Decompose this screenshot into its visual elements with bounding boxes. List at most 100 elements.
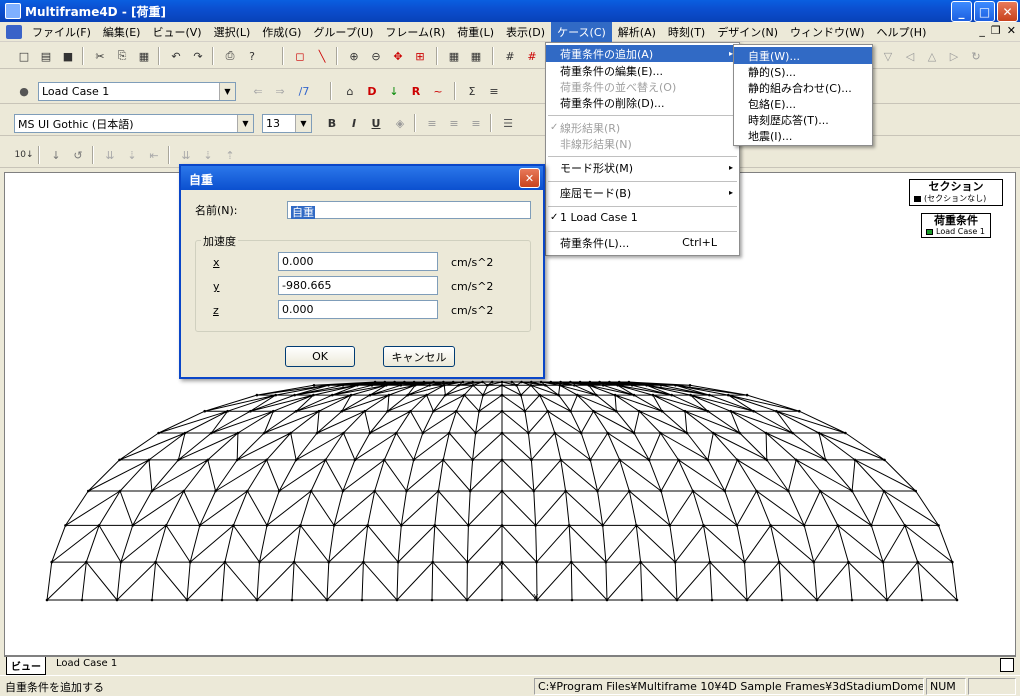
chevron-down-icon[interactable]: ▼ (219, 83, 235, 100)
menu-mode-shape[interactable]: モード形状(M) ▸ (546, 159, 739, 176)
rotate-ccw-icon[interactable]: ↺ (68, 145, 88, 165)
menu-time[interactable]: 時刻(T) (662, 22, 711, 42)
submenu-static-combination[interactable]: 静的組み合わせ(C)... (734, 79, 872, 96)
align-right-icon[interactable]: ≡ (466, 113, 486, 133)
ok-button[interactable]: OK (285, 346, 355, 367)
chevron-down-icon[interactable]: ▼ (295, 115, 311, 132)
zoom-in-icon[interactable]: ⊕ (344, 46, 364, 66)
bold-button[interactable]: B (322, 113, 342, 133)
grid-icon[interactable]: ▦ (444, 46, 464, 66)
menu-select[interactable]: 選択(L) (208, 22, 257, 42)
redo-icon[interactable]: ↷ (188, 46, 208, 66)
distributed-load-icon[interactable]: D (362, 81, 382, 101)
minimize-button[interactable]: _ (951, 1, 972, 22)
y-acceleration-input[interactable]: -980.665 (278, 276, 438, 295)
chevron-down-icon[interactable]: ▼ (237, 115, 253, 132)
table-icon[interactable]: ≡ (484, 81, 504, 101)
menu-window[interactable]: ウィンドウ(W) (784, 22, 870, 42)
submenu-self-weight[interactable]: 自重(W)... (734, 47, 872, 64)
maximize-button[interactable]: □ (974, 1, 995, 22)
cancel-button[interactable]: キャンセル (383, 346, 455, 367)
menu-load-cases[interactable]: 荷重条件(L)... Ctrl+L (546, 234, 739, 251)
view-bottom-icon[interactable]: ▽ (878, 46, 898, 66)
menu-sort-load-case[interactable]: 荷重条件の並べ替え(O) (546, 78, 739, 95)
align-center-icon[interactable]: ≡ (444, 113, 464, 133)
rotate-icon[interactable]: ↻ (966, 46, 986, 66)
open-folder-icon[interactable]: ▤ (36, 46, 56, 66)
new-file-icon[interactable]: □ (14, 46, 34, 66)
mdi-minimize-button[interactable]: _ (979, 24, 985, 37)
menu-help[interactable]: ヘルプ(H) (871, 22, 933, 42)
name-input[interactable]: 自重 (287, 201, 531, 219)
menu-case[interactable]: ケース(C) (551, 21, 612, 42)
paste-icon[interactable]: ▦ (134, 46, 154, 66)
load-node-icon[interactable]: ⌂ (340, 81, 360, 101)
submenu-envelope[interactable]: 包絡(E)... (734, 95, 872, 112)
grid-alt-icon[interactable]: ▦ (466, 46, 486, 66)
point-load-icon[interactable]: ↓ (384, 81, 404, 101)
pan-icon[interactable]: ✥ (388, 46, 408, 66)
undo-icon[interactable]: ↶ (166, 46, 186, 66)
snap-icon[interactable]: # (500, 46, 520, 66)
draw-line-icon[interactable]: ╲ (312, 46, 332, 66)
font-combo[interactable]: MS UI Gothic (日本語) ▼ (14, 114, 254, 133)
z-acceleration-input[interactable]: 0.000 (278, 300, 438, 319)
print-icon[interactable]: ⎙ (220, 46, 240, 66)
menu-view[interactable]: ビュー(V) (146, 22, 207, 42)
menu-add-load-case[interactable]: 荷重条件の追加(A) ▸ (546, 45, 739, 62)
menu-design[interactable]: デザイン(N) (711, 22, 784, 42)
menu-nonlinear-results[interactable]: 非線形結果(N) (546, 135, 739, 152)
select-rectangle-icon[interactable]: ◻ (290, 46, 310, 66)
moment-diagram-icon[interactable]: ~ (428, 81, 448, 101)
result-4-icon[interactable]: ⇊ (176, 145, 196, 165)
tab-view[interactable]: ビュー (6, 657, 46, 675)
cut-icon[interactable]: ✂ (90, 46, 110, 66)
zoom-fit-icon[interactable]: ⊞ (410, 46, 430, 66)
result-5-icon[interactable]: ⇣ (198, 145, 218, 165)
menu-analyze[interactable]: 解析(A) (612, 22, 662, 42)
submenu-static[interactable]: 静的(S)... (734, 63, 872, 80)
result-3-icon[interactable]: ⇤ (144, 145, 164, 165)
menu-load[interactable]: 荷重(L) (451, 22, 500, 42)
resize-box[interactable] (1000, 658, 1014, 672)
result-6-icon[interactable]: ⇡ (220, 145, 240, 165)
snap-grid-icon[interactable]: # (522, 46, 542, 66)
x-acceleration-input[interactable]: 0.000 (278, 252, 438, 271)
help-icon[interactable]: ? (242, 46, 262, 66)
view-top-icon[interactable]: △ (922, 46, 942, 66)
special-format-icon[interactable]: ◈ (390, 113, 410, 133)
zoom-out-icon[interactable]: ⊖ (366, 46, 386, 66)
load-case-combo[interactable]: Load Case 1 ▼ (38, 82, 236, 101)
italic-button[interactable]: I (344, 113, 364, 133)
sum-icon[interactable]: Σ (462, 81, 482, 101)
menu-buckling-mode[interactable]: 座屈モード(B) ▸ (546, 184, 739, 201)
result-1-icon[interactable]: ⇊ (100, 145, 120, 165)
menu-create[interactable]: 作成(G) (256, 22, 307, 42)
underline-button[interactable]: U (366, 113, 386, 133)
menu-load-case-1[interactable]: ✓ 1 Load Case 1 (546, 209, 739, 226)
reaction-icon[interactable]: R (406, 81, 426, 101)
result-2-icon[interactable]: ⇣ (122, 145, 142, 165)
copy-icon[interactable]: ⎘ (112, 46, 132, 66)
menu-linear-results[interactable]: ✓ 線形結果(R) (546, 119, 739, 136)
close-button[interactable]: ✕ (997, 1, 1018, 22)
document-icon[interactable] (6, 24, 22, 39)
menu-group[interactable]: グループ(U) (307, 22, 379, 42)
menu-delete-load-case[interactable]: 荷重条件の削除(D)... (546, 94, 739, 111)
next-case-icon[interactable]: ⇒ (270, 81, 290, 101)
play-icon[interactable]: ● (14, 81, 34, 101)
menu-frame[interactable]: フレーム(R) (379, 22, 451, 42)
save-icon[interactable]: ■ (58, 46, 78, 66)
draw-load-icon[interactable]: /7 (294, 81, 314, 101)
down-arrow-icon[interactable]: ↓ (46, 145, 66, 165)
mdi-restore-button[interactable]: ❐ (991, 24, 1001, 37)
font-size-combo[interactable]: 13 ▼ (262, 114, 312, 133)
menu-edit[interactable]: 編集(E) (97, 22, 147, 42)
dialog-close-icon[interactable]: ✕ (519, 168, 540, 188)
prev-case-icon[interactable]: ⇐ (248, 81, 268, 101)
submenu-time-history[interactable]: 時刻歴応答(T)... (734, 111, 872, 128)
mdi-close-button[interactable]: ✕ (1007, 24, 1016, 37)
view-left-icon[interactable]: ◁ (900, 46, 920, 66)
menu-display[interactable]: 表示(D) (500, 22, 551, 42)
submenu-seismic[interactable]: 地震(I)... (734, 127, 872, 144)
